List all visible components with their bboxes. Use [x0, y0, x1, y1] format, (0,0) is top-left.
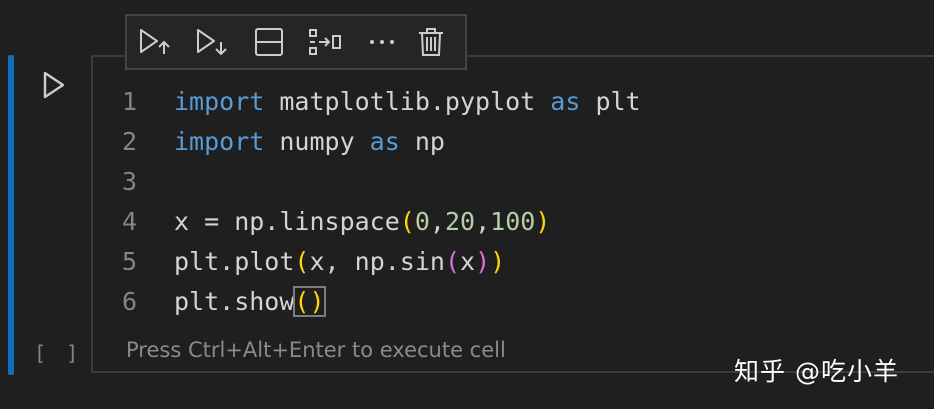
split-cell-button[interactable] — [250, 22, 287, 62]
code-token: import — [174, 87, 265, 116]
line-number: 3 — [122, 167, 138, 196]
cell-toolbar — [125, 14, 467, 70]
code-token: as — [550, 87, 581, 116]
notebook-editor: 1 import matplotlib.pyplot as plt 2 import … — [0, 0, 934, 409]
execution-count: [ ] — [34, 341, 83, 365]
run-below-icon — [197, 29, 227, 56]
line-source[interactable]: import numpy as np — [166, 122, 445, 162]
join-cells-button[interactable] — [307, 22, 344, 62]
execute-hint: Press Ctrl+Alt+Enter to execute cell — [126, 338, 506, 362]
line-source[interactable]: x = np.linspace(0,20,100) — [166, 202, 550, 242]
code-token: ) — [535, 207, 551, 236]
line-source[interactable]: plt.plot(x, np.sin(x)) — [166, 242, 505, 282]
code-line[interactable]: 6 plt.show() — [110, 282, 641, 322]
code-token: 0 — [414, 207, 430, 236]
play-icon — [43, 71, 65, 99]
code-token: 100 — [490, 207, 536, 236]
delete-cell-button[interactable] — [412, 22, 449, 62]
code-token: import — [174, 127, 265, 156]
code-token: 20 — [444, 207, 476, 236]
code-token: x, np.sin — [309, 247, 445, 276]
run-below-button[interactable] — [194, 22, 231, 62]
line-source[interactable]: import matplotlib.pyplot as plt — [166, 82, 641, 122]
split-cell-icon — [254, 28, 283, 56]
code-token: plt.show — [174, 287, 295, 316]
watermark: 知乎 @吃小羊 — [734, 357, 899, 386]
code-token: plt — [580, 87, 641, 116]
code-token: matplotlib.pyplot — [264, 87, 551, 116]
code-token: np — [399, 127, 445, 156]
code-line[interactable]: 4x = np.linspace(0,20,100) — [110, 202, 641, 242]
code-line[interactable]: 5 plt.plot(x, np.sin(x)) — [110, 242, 641, 282]
line-source[interactable] — [166, 162, 174, 202]
code-token: ) — [490, 247, 506, 276]
line-number: 6 — [122, 287, 138, 316]
cell-focus-indicator — [8, 55, 14, 375]
run-cell-button[interactable] — [36, 65, 72, 105]
code-token: ( — [399, 207, 415, 236]
code-token: x = np.linspace — [174, 207, 400, 236]
code-token: x — [460, 247, 476, 276]
run-above-icon — [140, 29, 171, 54]
code-token: as — [369, 127, 400, 156]
code-token: ( — [294, 247, 310, 276]
more-icon — [370, 40, 395, 44]
line-number: 2 — [122, 127, 138, 156]
code-token: numpy — [264, 127, 370, 156]
delete-icon — [418, 28, 443, 56]
code-token: plt.plot — [174, 247, 295, 276]
code-token: ) — [475, 247, 491, 276]
line-number: 4 — [122, 207, 138, 236]
line-number: 5 — [122, 247, 138, 276]
code-line[interactable]: 1 import matplotlib.pyplot as plt — [110, 82, 641, 122]
code-line[interactable]: 3 — [110, 162, 641, 202]
code-token: , — [429, 207, 445, 236]
code-editor[interactable]: 1 import matplotlib.pyplot as plt 2 import … — [110, 82, 641, 322]
join-cells-icon — [309, 29, 342, 55]
code-token: ( — [444, 247, 461, 276]
line-source[interactable]: plt.show() — [166, 282, 326, 322]
line-number: 1 — [122, 87, 138, 116]
more-actions-button[interactable] — [364, 22, 401, 62]
code-line[interactable]: 2 import numpy as np — [110, 122, 641, 162]
code-token: () — [293, 286, 326, 317]
run-above-button[interactable] — [137, 22, 174, 62]
code-token: , — [475, 207, 491, 236]
